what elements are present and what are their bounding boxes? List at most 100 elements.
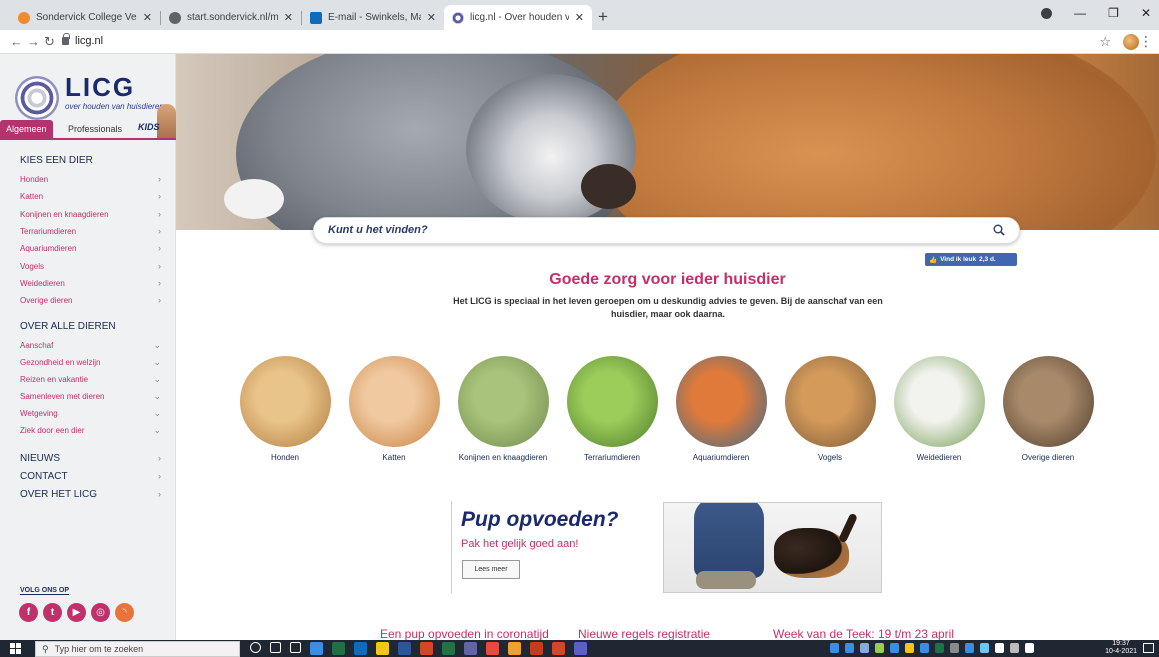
- profile-dot-icon[interactable]: [1041, 7, 1053, 19]
- tray-icon[interactable]: [995, 643, 1004, 653]
- animal-label: Konijnen en knaagdieren: [458, 453, 548, 462]
- close-icon[interactable]: ✕: [284, 11, 293, 24]
- animal-label: Aquariumdieren: [692, 453, 750, 462]
- taskbar-app-icon[interactable]: [376, 642, 389, 655]
- sidebar-animal-link[interactable]: Overige dieren ›: [20, 295, 165, 310]
- close-window-icon[interactable]: ✕: [1141, 6, 1151, 20]
- sidebar-animal-link[interactable]: Terrariumdieren ›: [20, 226, 165, 241]
- tab-algemeen[interactable]: Algemeen: [0, 120, 53, 140]
- tray-icon[interactable]: [1025, 643, 1034, 653]
- taskbar-app-icon[interactable]: [290, 642, 301, 653]
- taskbar-app-icon[interactable]: [250, 642, 261, 653]
- tab-kids[interactable]: KIDS: [138, 122, 160, 132]
- tray-icon[interactable]: [845, 643, 854, 653]
- taskbar-app-icon[interactable]: [354, 642, 367, 655]
- sidebar-link-label: Honden: [20, 175, 49, 184]
- windows-start-icon[interactable]: [10, 643, 21, 654]
- taskbar-app-icon[interactable]: [332, 642, 345, 655]
- sidebar-main-link[interactable]: CONTACT ›: [20, 471, 165, 482]
- sidebar-animal-link[interactable]: Vogels ›: [20, 261, 165, 276]
- animal-tile[interactable]: Aquariumdieren: [666, 356, 776, 462]
- taskbar-search[interactable]: ⚲ Typ hier om te zoeken: [35, 641, 240, 657]
- search-icon[interactable]: [993, 224, 1005, 236]
- more-menu-icon[interactable]: ⋮: [1139, 33, 1153, 50]
- tray-icon[interactable]: [950, 643, 959, 653]
- tray-icon[interactable]: [965, 643, 974, 653]
- back-icon[interactable]: ←: [10, 34, 23, 49]
- tab-outlook[interactable]: E-mail - Swinkels, Marieke - Outl ✕: [302, 5, 444, 30]
- animal-tile[interactable]: Vogels: [775, 356, 885, 462]
- bookmark-star-icon[interactable]: ☆: [1099, 34, 1111, 50]
- url-field[interactable]: licg.nl: [62, 33, 103, 47]
- tab-licg[interactable]: licg.nl - Over houden van huisdie ✕: [444, 5, 592, 30]
- close-icon[interactable]: ✕: [427, 11, 436, 24]
- promo-image[interactable]: [663, 502, 882, 593]
- news-link[interactable]: Week van de Teek: 19 t/m 23 april: [773, 627, 954, 641]
- promo-subtitle: Pak het gelijk goed aan!: [461, 538, 579, 550]
- animal-tile[interactable]: Overige dieren: [993, 356, 1103, 462]
- taskbar-app-icon[interactable]: [552, 642, 565, 655]
- clock[interactable]: 19:37 10-4-2021: [1105, 640, 1137, 656]
- tray-icon[interactable]: [830, 643, 839, 653]
- section-title-over-alle-dieren: OVER ALLE DIEREN: [20, 321, 116, 332]
- taskbar-app-icon[interactable]: [270, 642, 281, 653]
- sidebar-link-label: Konijnen en knaagdieren: [20, 209, 109, 219]
- licg-logo[interactable]: LICG over houden van huisdieren: [10, 64, 170, 120]
- tray-icon[interactable]: [860, 643, 869, 653]
- taskbar-app-icon[interactable]: [508, 642, 521, 655]
- thumbs-up-icon: 👍: [929, 256, 938, 264]
- sidebar-main-link[interactable]: OVER HET LICG ›: [20, 489, 165, 500]
- facebook-like-button[interactable]: 👍 Vind ik leuk 2,3 d.: [925, 253, 1017, 266]
- tray-icon[interactable]: [890, 643, 899, 653]
- taskbar-app-icon[interactable]: [420, 642, 433, 655]
- sidebar-animal-link[interactable]: Katten ›: [20, 191, 165, 206]
- taskbar-app-icon[interactable]: [574, 642, 587, 655]
- animal-tile[interactable]: Weidedieren: [884, 356, 994, 462]
- taskbar-app-icon[interactable]: [464, 642, 477, 655]
- twitter-icon[interactable]: t: [43, 603, 62, 622]
- youtube-icon[interactable]: ▶: [67, 603, 86, 622]
- taskbar-app-icon[interactable]: [530, 642, 543, 655]
- instagram-icon[interactable]: ◎: [91, 603, 110, 622]
- new-tab-icon[interactable]: +: [598, 7, 608, 27]
- animal-photo: [675, 356, 767, 447]
- facebook-icon[interactable]: f: [19, 603, 38, 622]
- animal-tile[interactable]: Konijnen en knaagdieren: [448, 356, 558, 462]
- sidebar-topic-link[interactable]: Aanschaf ⌄: [20, 340, 165, 355]
- tray-icon[interactable]: [1010, 643, 1019, 653]
- animal-tile[interactable]: Honden: [230, 356, 340, 462]
- chevron-down-icon: ⌄: [153, 340, 161, 350]
- tray-icon[interactable]: [920, 643, 929, 653]
- news-link[interactable]: Nieuwe regels registratie: [578, 627, 710, 641]
- profile-avatar[interactable]: [1123, 34, 1139, 50]
- tray-icon[interactable]: [905, 643, 914, 653]
- news-link[interactable]: Een pup opvoeden in coronatijd: [380, 627, 549, 641]
- minimize-icon[interactable]: —: [1074, 6, 1086, 20]
- sidebar-animal-link[interactable]: Weidedieren ›: [20, 278, 165, 293]
- restore-icon[interactable]: ❐: [1108, 6, 1119, 20]
- rss-icon[interactable]: ◝: [115, 603, 134, 622]
- notifications-icon[interactable]: [1143, 643, 1154, 653]
- taskbar-app-icon[interactable]: [398, 642, 411, 655]
- animal-tile[interactable]: Katten: [339, 356, 449, 462]
- tab-start-menu[interactable]: start.sondervick.nl/menu/ ✕: [161, 5, 301, 30]
- tray-icon[interactable]: [875, 643, 884, 653]
- search-input[interactable]: [328, 224, 968, 236]
- sidebar-animal-link[interactable]: Konijnen en knaagdieren ›: [20, 209, 165, 224]
- lees-meer-button[interactable]: Lees meer: [462, 560, 520, 579]
- tab-sondervick[interactable]: Sondervick College Veldhoven - ✕: [10, 5, 160, 30]
- forward-icon[interactable]: →: [27, 34, 40, 49]
- taskbar-app-icon[interactable]: [310, 642, 323, 655]
- taskbar-app-icon[interactable]: [486, 642, 499, 655]
- animal-photo: [1002, 356, 1094, 447]
- tray-icon[interactable]: [935, 643, 944, 653]
- sidebar-animal-link[interactable]: Honden ›: [20, 174, 165, 189]
- reload-icon[interactable]: ↻: [44, 34, 55, 50]
- sidebar-animal-link[interactable]: Aquariumdieren ›: [20, 243, 165, 258]
- close-icon[interactable]: ✕: [143, 11, 152, 24]
- tab-professionals[interactable]: Professionals: [62, 120, 128, 140]
- taskbar-app-icon[interactable]: [442, 642, 455, 655]
- animal-tile[interactable]: Terrariumdieren: [557, 356, 667, 462]
- close-icon[interactable]: ✕: [575, 11, 584, 24]
- tray-icon[interactable]: [980, 643, 989, 653]
